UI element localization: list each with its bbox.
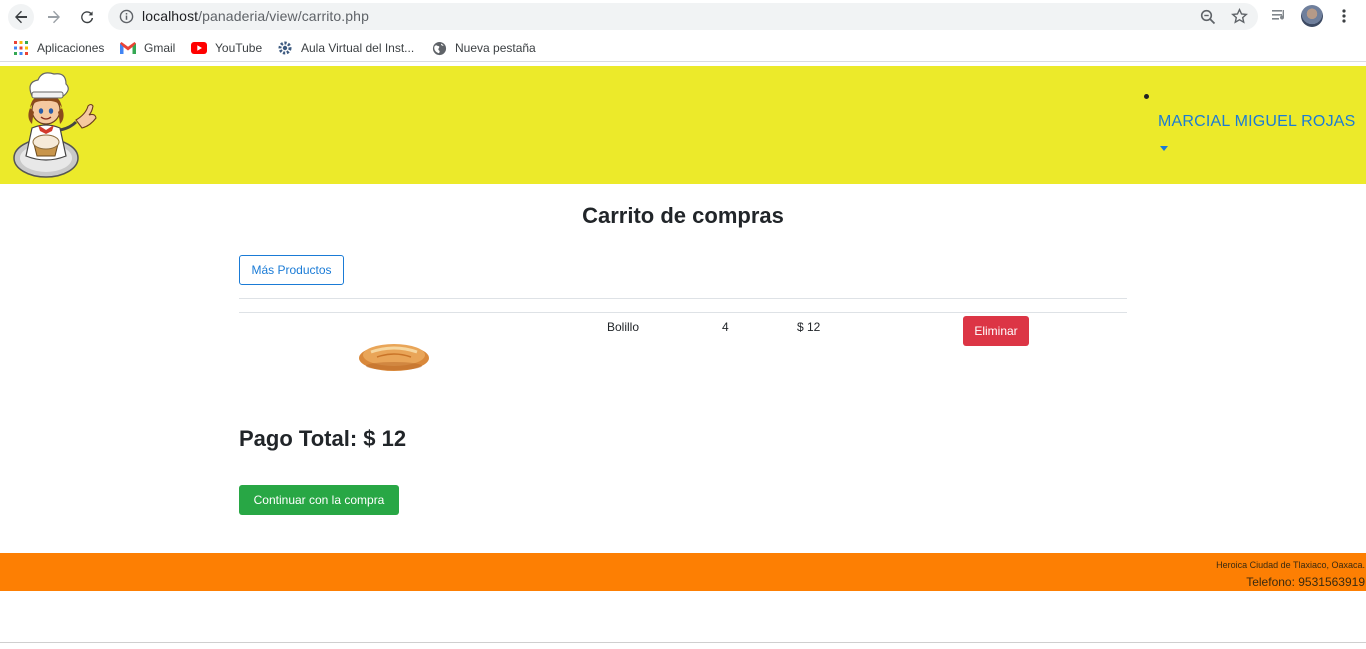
- arrow-right-icon: [48, 10, 60, 24]
- info-icon[interactable]: [119, 9, 134, 24]
- bookmarks-bar: Aplicaciones Gmail YouTube Aula Virtual …: [0, 33, 1366, 62]
- product-name: Bolillo: [607, 320, 640, 334]
- more-products-button[interactable]: Más Productos: [239, 255, 344, 285]
- zoom-icon[interactable]: [1200, 9, 1216, 25]
- bookmark-label: YouTube: [215, 41, 263, 55]
- bookmark-gmail[interactable]: Gmail: [120, 40, 175, 56]
- chef-logo[interactable]: [10, 70, 106, 180]
- bookmark-apps[interactable]: Aplicaciones: [13, 40, 104, 56]
- bookmark-nueva-pestana[interactable]: Nueva pestaña: [431, 40, 536, 56]
- back-button[interactable]: [8, 4, 34, 30]
- user-menu-toggle[interactable]: MARCIAL MIGUEL ROJAS: [1158, 113, 1356, 131]
- forward-button[interactable]: [41, 4, 67, 30]
- footer-address: Heroica Ciudad de Tlaxiaco, Oaxaca.: [1216, 560, 1365, 570]
- bookmark-youtube[interactable]: YouTube: [191, 40, 262, 56]
- bookmark-label: Aplicaciones: [37, 41, 105, 55]
- bookmark-aula-virtual[interactable]: Aula Virtual del Inst...: [277, 40, 414, 56]
- bookmark-star-icon[interactable]: [1231, 8, 1248, 25]
- address-bar[interactable]: localhost/panaderia/view/carrito.php: [108, 3, 1258, 30]
- site-footer: Heroica Ciudad de Tlaxiaco, Oaxaca. Tele…: [0, 553, 1366, 591]
- gear-logo-icon: [277, 40, 293, 56]
- page-title: Carrito de compras: [582, 203, 784, 228]
- bookmark-label: Aula Virtual del Inst...: [301, 41, 415, 55]
- table-row-divider: [239, 312, 1127, 313]
- table-header-divider: [239, 298, 1127, 299]
- product-price: $ 12: [797, 320, 821, 334]
- continue-purchase-button[interactable]: Continuar con la compra: [239, 485, 399, 515]
- site-header: MARCIAL MIGUEL ROJAS: [0, 66, 1366, 184]
- apps-grid-icon: [13, 40, 29, 56]
- page-content: MARCIAL MIGUEL ROJAS Carrito de compras …: [0, 62, 1366, 649]
- bookmark-label: Gmail: [144, 41, 176, 55]
- profile-avatar[interactable]: [1301, 5, 1323, 27]
- youtube-icon: [191, 40, 207, 56]
- bread-icon: [359, 344, 429, 371]
- menu-dots-icon[interactable]: [1336, 8, 1352, 24]
- gmail-icon: [120, 40, 136, 56]
- browser-toolbar: localhost/panaderia/view/carrito.php: [0, 0, 1366, 33]
- url-text: localhost/panaderia/view/carrito.php: [142, 8, 369, 24]
- globe-icon: [431, 40, 447, 56]
- bookmark-label: Nueva pestaña: [455, 41, 536, 55]
- nav-bullet: [1144, 94, 1149, 99]
- product-quantity: 4: [722, 320, 729, 334]
- reload-button[interactable]: [74, 4, 100, 30]
- reading-list-icon[interactable]: [1271, 6, 1289, 24]
- arrow-left-icon: [15, 10, 27, 24]
- remove-item-button[interactable]: Eliminar: [963, 316, 1029, 346]
- footer-phone: Telefono: 9531563919: [1246, 575, 1365, 589]
- caret-down-icon[interactable]: [1160, 146, 1168, 151]
- reload-icon: [81, 11, 94, 24]
- bottom-divider: [0, 642, 1366, 643]
- total-amount: Pago Total: $ 12: [239, 426, 407, 451]
